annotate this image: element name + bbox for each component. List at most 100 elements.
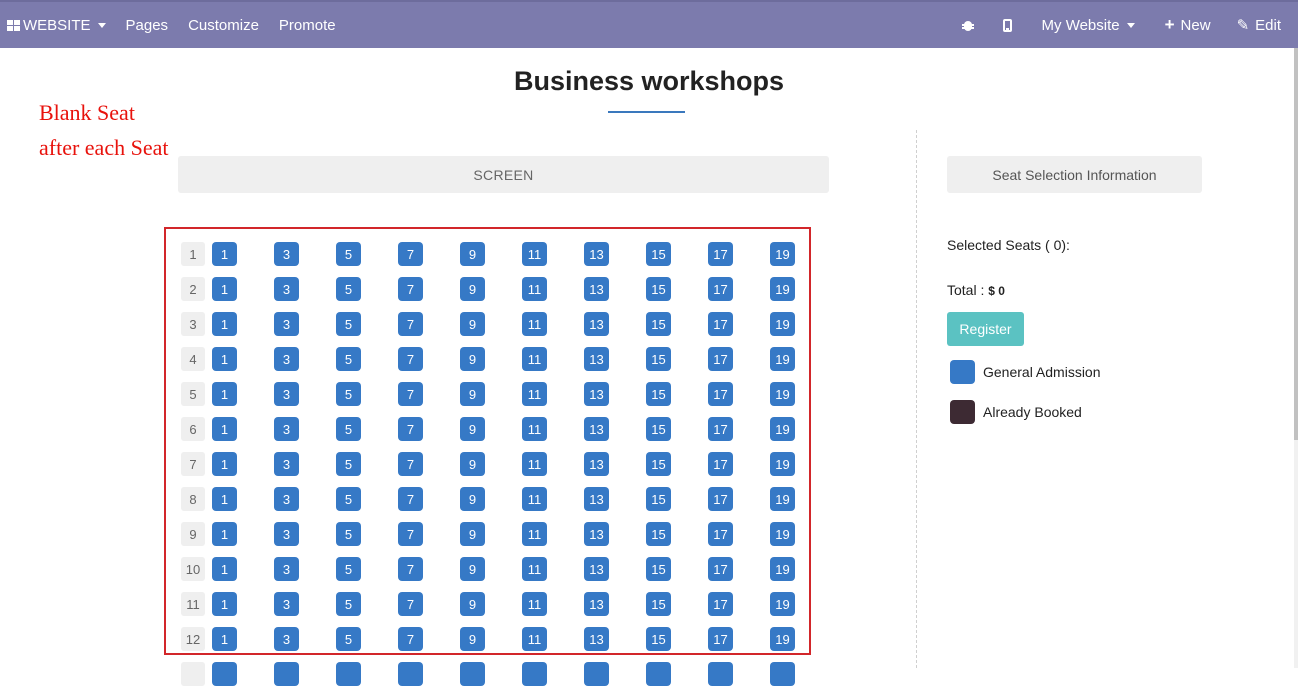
- seat[interactable]: 9: [460, 452, 485, 476]
- seat[interactable]: 1: [212, 452, 237, 476]
- seat[interactable]: 17: [708, 312, 733, 336]
- seat[interactable]: 11: [522, 347, 547, 371]
- seat[interactable]: 19: [770, 452, 795, 476]
- seat[interactable]: 11: [522, 312, 547, 336]
- seat[interactable]: 7: [398, 487, 423, 511]
- seat[interactable]: 13: [584, 347, 609, 371]
- seat[interactable]: 5: [336, 312, 361, 336]
- seat[interactable]: 11: [522, 557, 547, 581]
- seat[interactable]: 7: [398, 277, 423, 301]
- seat[interactable]: [708, 662, 733, 686]
- mobile-preview-button[interactable]: [989, 2, 1026, 48]
- seat[interactable]: [522, 662, 547, 686]
- seat[interactable]: 7: [398, 627, 423, 651]
- seat[interactable]: 15: [646, 487, 671, 511]
- seat[interactable]: 17: [708, 522, 733, 546]
- seat[interactable]: 15: [646, 242, 671, 266]
- seat[interactable]: 1: [212, 487, 237, 511]
- seat[interactable]: 11: [522, 487, 547, 511]
- seat[interactable]: 17: [708, 277, 733, 301]
- seat[interactable]: 13: [584, 382, 609, 406]
- my-website-menu[interactable]: My Website: [1026, 2, 1151, 48]
- seat[interactable]: 3: [274, 417, 299, 441]
- debug-button[interactable]: [947, 2, 989, 48]
- seat[interactable]: 1: [212, 592, 237, 616]
- seat[interactable]: 5: [336, 452, 361, 476]
- seat[interactable]: 19: [770, 312, 795, 336]
- seat[interactable]: 3: [274, 277, 299, 301]
- seat[interactable]: 1: [212, 277, 237, 301]
- seat[interactable]: 7: [398, 347, 423, 371]
- seat[interactable]: 7: [398, 312, 423, 336]
- seat[interactable]: 15: [646, 522, 671, 546]
- seat[interactable]: 13: [584, 592, 609, 616]
- seat[interactable]: 19: [770, 522, 795, 546]
- seat[interactable]: 9: [460, 417, 485, 441]
- seat[interactable]: 5: [336, 382, 361, 406]
- seat[interactable]: 19: [770, 487, 795, 511]
- seat[interactable]: 3: [274, 592, 299, 616]
- seat[interactable]: 11: [522, 592, 547, 616]
- seat[interactable]: 15: [646, 417, 671, 441]
- seat[interactable]: 17: [708, 417, 733, 441]
- seat[interactable]: 5: [336, 347, 361, 371]
- seat[interactable]: [398, 662, 423, 686]
- seat[interactable]: 15: [646, 347, 671, 371]
- seat[interactable]: 19: [770, 592, 795, 616]
- seat[interactable]: 11: [522, 382, 547, 406]
- seat[interactable]: 5: [336, 417, 361, 441]
- seat[interactable]: 11: [522, 627, 547, 651]
- seat[interactable]: 15: [646, 592, 671, 616]
- seat[interactable]: [584, 662, 609, 686]
- scrollbar-thumb[interactable]: [1294, 48, 1298, 440]
- seat[interactable]: 13: [584, 312, 609, 336]
- seat[interactable]: 3: [274, 382, 299, 406]
- edit-button[interactable]: ✎ Edit: [1225, 2, 1298, 48]
- seat[interactable]: 15: [646, 452, 671, 476]
- seat[interactable]: 1: [212, 347, 237, 371]
- seat[interactable]: 3: [274, 242, 299, 266]
- seat[interactable]: 11: [522, 417, 547, 441]
- seat[interactable]: 7: [398, 242, 423, 266]
- seat[interactable]: 5: [336, 242, 361, 266]
- seat[interactable]: 11: [522, 452, 547, 476]
- seat[interactable]: 1: [212, 242, 237, 266]
- seat[interactable]: 17: [708, 487, 733, 511]
- seat[interactable]: 5: [336, 627, 361, 651]
- seat[interactable]: 17: [708, 452, 733, 476]
- seat[interactable]: 5: [336, 277, 361, 301]
- seat[interactable]: 3: [274, 312, 299, 336]
- seat[interactable]: 13: [584, 417, 609, 441]
- seat[interactable]: 15: [646, 627, 671, 651]
- seat[interactable]: 17: [708, 347, 733, 371]
- seat[interactable]: 9: [460, 312, 485, 336]
- seat[interactable]: 7: [398, 592, 423, 616]
- seat[interactable]: 19: [770, 242, 795, 266]
- seat[interactable]: 9: [460, 487, 485, 511]
- seat[interactable]: 17: [708, 242, 733, 266]
- seat[interactable]: 11: [522, 277, 547, 301]
- seat[interactable]: [646, 662, 671, 686]
- seat[interactable]: 19: [770, 382, 795, 406]
- seat[interactable]: 1: [212, 312, 237, 336]
- register-button[interactable]: Register: [947, 312, 1024, 346]
- seat[interactable]: 19: [770, 277, 795, 301]
- seat[interactable]: 15: [646, 312, 671, 336]
- seat[interactable]: 7: [398, 557, 423, 581]
- seat[interactable]: 13: [584, 242, 609, 266]
- seat[interactable]: 3: [274, 522, 299, 546]
- seat[interactable]: 5: [336, 557, 361, 581]
- seat[interactable]: 9: [460, 557, 485, 581]
- new-button[interactable]: + New: [1151, 2, 1225, 48]
- seat[interactable]: 3: [274, 627, 299, 651]
- seat[interactable]: 5: [336, 592, 361, 616]
- seat[interactable]: [274, 662, 299, 686]
- seat[interactable]: 19: [770, 627, 795, 651]
- seat[interactable]: [336, 662, 361, 686]
- seat[interactable]: 9: [460, 347, 485, 371]
- seat[interactable]: 7: [398, 417, 423, 441]
- seat[interactable]: 15: [646, 557, 671, 581]
- seat[interactable]: [770, 662, 795, 686]
- seat[interactable]: 11: [522, 242, 547, 266]
- seat[interactable]: 3: [274, 347, 299, 371]
